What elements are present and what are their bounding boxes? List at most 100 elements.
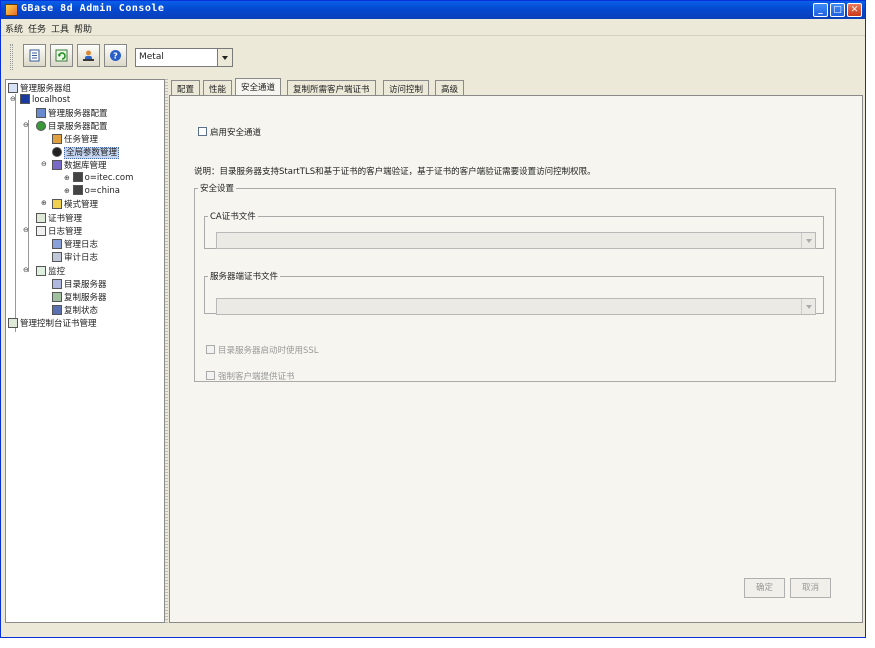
menu-bar: 系统 任务 工具 帮助 [1, 19, 865, 36]
admin-log-icon [52, 239, 62, 249]
security-settings-legend: 安全设置 [198, 182, 237, 194]
tree-schema-mgmt[interactable]: 模式管理 [52, 198, 98, 210]
tree-audit-log[interactable]: 审计日志 [52, 251, 98, 263]
minimize-button[interactable]: _ [813, 3, 828, 17]
database-icon [52, 160, 62, 170]
folder-icon [52, 199, 62, 209]
tree-task-mgmt[interactable]: 任务管理 [52, 133, 98, 145]
checkbox-box[interactable] [198, 127, 207, 136]
content-area: 配置 性能 安全通道 复制所需客户端证书 访问控制 高级 启用安全通道 说明：目… [169, 78, 863, 623]
security-tab-panel: 启用安全通道 说明：目录服务器支持StartTLS和基于证书的客户端验证，基于证… [169, 95, 863, 623]
tree-global-params[interactable]: 全局参数管理 [52, 146, 120, 159]
tab-security-channel[interactable]: 安全通道 [235, 78, 282, 96]
gear-icon [52, 147, 62, 157]
help-button[interactable]: ? [104, 44, 127, 67]
menu-system[interactable]: 系统 [5, 22, 23, 35]
menu-help[interactable]: 帮助 [74, 22, 92, 35]
tab-replication-client-cert[interactable]: 复制所需客户端证书 [287, 80, 376, 95]
tree-log-mgmt[interactable]: 日志管理 [36, 225, 82, 237]
tree-console-cert[interactable]: 管理控制台证书管理 [8, 317, 97, 329]
title-bar[interactable]: GBase 8d Admin Console _ □ ✕ [1, 1, 865, 19]
monitor-icon [36, 266, 46, 276]
refresh-icon [55, 49, 68, 62]
tree-monitor[interactable]: 监控 [36, 265, 65, 277]
expand-icon[interactable]: ⊖ [23, 121, 29, 129]
computer-icon [20, 94, 30, 104]
repl-server-icon [52, 292, 62, 302]
enable-security-checkbox[interactable]: 启用安全通道 [198, 126, 261, 138]
app-icon [5, 4, 18, 16]
tree-admin-config[interactable]: 管理服务器配置 [36, 107, 108, 119]
admin-icon [36, 108, 46, 118]
ssl-on-start-checkbox[interactable]: 目录服务器启动时使用SSL [206, 344, 319, 356]
tree-localhost[interactable]: localhost [20, 94, 70, 106]
tree-icon [36, 121, 46, 131]
refresh-button[interactable] [50, 44, 73, 67]
maximize-button[interactable]: □ [830, 3, 845, 17]
db-entry-icon [72, 172, 83, 182]
lookandfeel-value: Metal [139, 52, 164, 62]
window-title: GBase 8d Admin Console [21, 3, 165, 14]
chevron-down-icon[interactable] [801, 299, 815, 314]
expand-icon[interactable]: ⊖ [23, 266, 29, 274]
checkbox-box[interactable] [206, 371, 215, 380]
expand-icon[interactable]: ⊖ [23, 226, 29, 234]
ca-cert-select[interactable] [216, 232, 816, 249]
chevron-down-icon[interactable] [217, 49, 232, 66]
expand-icon[interactable]: ⊕ [64, 187, 70, 195]
tree-admin-log[interactable]: 管理日志 [52, 238, 98, 250]
lookandfeel-select[interactable]: Metal [135, 48, 233, 67]
tree-line [28, 120, 29, 272]
server-cert-select[interactable] [216, 298, 816, 315]
chevron-down-icon[interactable] [801, 233, 815, 248]
users-button[interactable] [77, 44, 100, 67]
certificate-icon [8, 318, 18, 328]
server-cert-legend: 服务器端证书文件 [208, 270, 281, 282]
tree-db-mgmt[interactable]: 数据库管理 [52, 159, 107, 171]
tab-access-control[interactable]: 访问控制 [383, 80, 430, 95]
server-tree[interactable]: 管理服务器组 ⊖ localhost 管理服务器配置 ⊖ 目录服务器配置 任务管… [5, 79, 165, 623]
checkbox-box[interactable] [206, 345, 215, 354]
tab-config[interactable]: 配置 [171, 80, 201, 95]
force-client-cert-checkbox[interactable]: 强制客户端提供证书 [206, 370, 295, 382]
page-button[interactable] [23, 44, 46, 67]
tree-repl-server[interactable]: 复制服务器 [52, 291, 107, 303]
close-button[interactable]: ✕ [847, 3, 862, 17]
expand-icon[interactable]: ⊕ [41, 199, 47, 207]
ok-button[interactable]: 确定 [744, 578, 785, 598]
repl-status-icon [52, 305, 62, 315]
tree-cert-mgmt[interactable]: 证书管理 [36, 212, 82, 224]
toolbar: ? Metal [1, 36, 865, 76]
tree-root[interactable]: 管理服务器组 [8, 82, 71, 94]
page-icon [29, 49, 40, 62]
security-description: 说明：目录服务器支持StartTLS和基于证书的客户端验证，基于证书的客户端验证… [194, 167, 596, 177]
app-window: GBase 8d Admin Console _ □ ✕ 系统 任务 工具 帮助… [0, 0, 866, 638]
toolbar-grip[interactable] [10, 44, 13, 70]
cancel-button[interactable]: 取消 [790, 578, 831, 598]
tools-icon [52, 134, 62, 144]
expand-icon[interactable]: ⊖ [41, 160, 47, 168]
tree-repl-status[interactable]: 复制状态 [52, 304, 98, 316]
tree-db-itec[interactable]: ⊕ o=itec.com [64, 172, 133, 184]
help-icon: ? [110, 50, 121, 61]
status-bar [1, 625, 865, 637]
server-group-icon [8, 83, 18, 93]
menu-tools[interactable]: 工具 [51, 22, 69, 35]
db-entry-icon [72, 185, 83, 195]
tab-advanced[interactable]: 高级 [435, 80, 465, 95]
split-pane-divider[interactable] [165, 79, 168, 623]
tree-dir-config[interactable]: 目录服务器配置 [36, 120, 108, 132]
audit-log-icon [52, 252, 62, 262]
tree-db-china[interactable]: ⊕ o=china [64, 185, 120, 197]
users-icon [83, 50, 94, 61]
expand-icon[interactable]: ⊖ [10, 95, 16, 103]
tree-line [15, 94, 16, 332]
certificate-icon [36, 213, 46, 223]
ca-cert-legend: CA证书文件 [208, 210, 258, 222]
svg-text:?: ? [113, 52, 118, 61]
expand-icon[interactable]: ⊕ [64, 174, 70, 182]
tab-performance[interactable]: 性能 [203, 80, 233, 95]
menu-task[interactable]: 任务 [28, 22, 46, 35]
tree-dir-server[interactable]: 目录服务器 [52, 278, 107, 290]
dir-server-icon [52, 279, 62, 289]
